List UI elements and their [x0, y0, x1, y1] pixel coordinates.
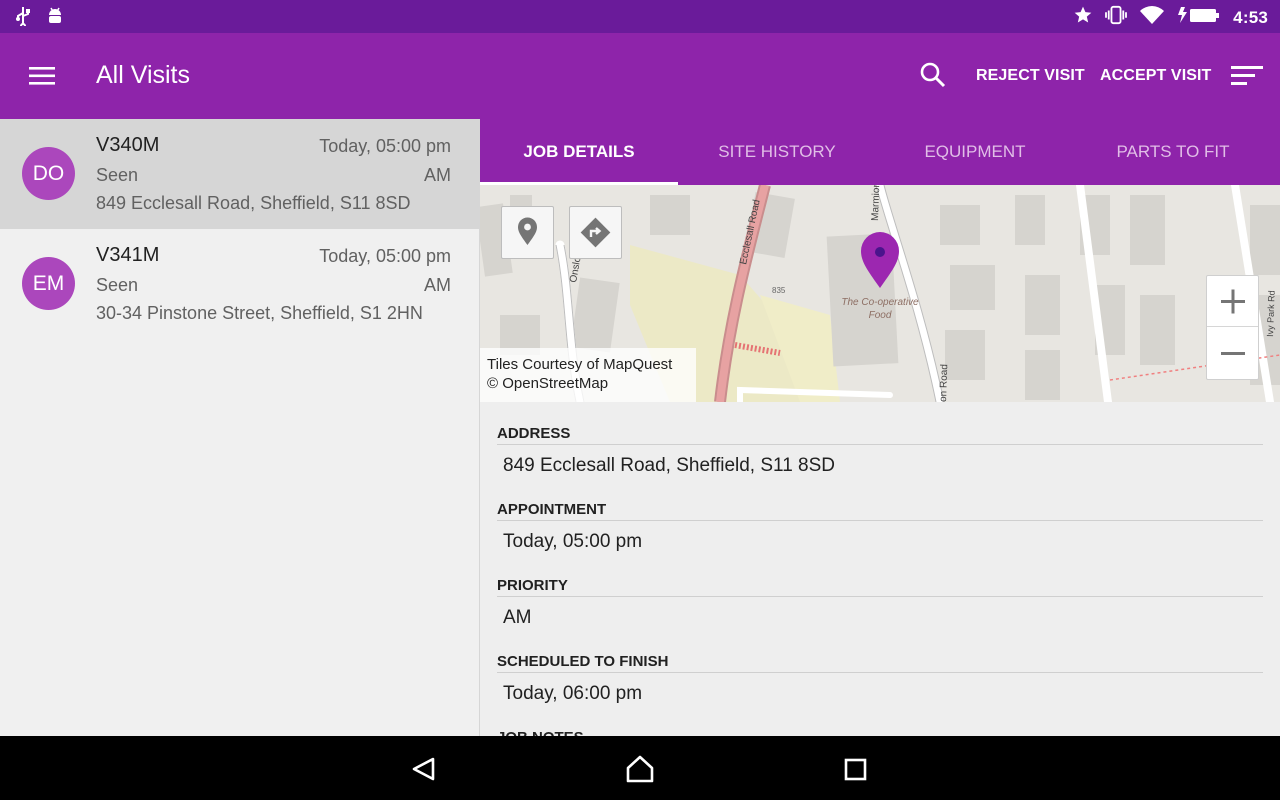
tab-site-history[interactable]: SITE HISTORY — [678, 119, 876, 185]
street-label: on Road — [938, 364, 950, 402]
tab-equipment[interactable]: EQUIPMENT — [876, 119, 1074, 185]
visit-address: 30-34 Pinstone Street, Sheffield, S1 2HN — [96, 303, 423, 323]
visit-priority: AM — [424, 165, 451, 185]
status-right-icons: 4:53 — [1073, 5, 1268, 30]
scheduled-finish-label: SCHEDULED TO FINISH — [497, 651, 1263, 673]
zoom-in-button[interactable] — [1207, 276, 1258, 327]
show-location-button[interactable] — [501, 206, 554, 259]
menu-button[interactable] — [27, 61, 57, 91]
zoom-out-button[interactable] — [1207, 328, 1258, 379]
sort-icon — [1231, 66, 1263, 85]
recents-icon — [844, 758, 867, 781]
back-icon — [412, 757, 435, 781]
usb-icon — [14, 6, 32, 31]
tab-parts-to-fit[interactable]: PARTS TO FIT — [1074, 119, 1272, 185]
star-icon — [1073, 5, 1093, 30]
sort-button[interactable] — [1228, 61, 1264, 91]
status-bar: 4:53 — [0, 0, 1280, 33]
page-title: All Visits — [96, 61, 191, 89]
attribution-line: Tiles Courtesy of MapQuest — [487, 356, 673, 373]
navigation-bar — [0, 736, 1280, 800]
poi-label: The Co-operative — [841, 297, 919, 308]
visit-code: V341M — [96, 244, 160, 266]
wifi-icon — [1139, 5, 1165, 30]
poi-label: Food — [869, 310, 892, 321]
street-label: 835 — [772, 286, 786, 295]
home-icon — [626, 755, 654, 783]
attribution-line: © OpenStreetMap — [487, 375, 609, 392]
app-bar: All Visits REJECT VISIT ACCEPT VISIT — [0, 33, 1280, 119]
vibrate-icon — [1105, 5, 1128, 30]
zoom-controls — [1206, 275, 1259, 380]
directions-icon — [580, 217, 611, 248]
tab-job-details[interactable]: JOB DETAILS — [480, 119, 678, 185]
plus-icon — [1221, 289, 1245, 314]
home-button[interactable] — [625, 754, 655, 784]
visit-list: DO V340M Today, 05:00 pm Seen AM 849 Ecc… — [0, 119, 480, 736]
map-pin-icon — [518, 217, 537, 245]
appointment-value: Today, 05:00 pm — [503, 531, 643, 552]
menu-icon — [29, 67, 55, 85]
accept-visit-button[interactable]: ACCEPT VISIT — [1100, 67, 1211, 85]
battery-charging-icon — [1177, 5, 1221, 30]
address-label: ADDRESS — [497, 423, 1263, 445]
priority-value: AM — [503, 607, 532, 628]
visit-status: Seen — [96, 275, 139, 295]
visit-list-item[interactable]: DO V340M Today, 05:00 pm Seen AM 849 Ecc… — [0, 119, 480, 229]
street-label: Ivy Park Rd — [1265, 290, 1277, 337]
job-notes-label: JOB NOTES — [497, 727, 1263, 736]
address-value: 849 Ecclesall Road, Sheffield, S11 8SD — [503, 455, 835, 476]
directions-button[interactable] — [569, 206, 622, 259]
scheduled-finish-value: Today, 06:00 pm — [503, 683, 643, 704]
minus-icon — [1221, 352, 1245, 355]
recents-button[interactable] — [841, 754, 871, 784]
avatar: EM — [22, 257, 75, 310]
search-button[interactable] — [918, 60, 948, 90]
priority-label: PRIORITY — [497, 575, 1263, 597]
job-details-fields: ADDRESS 849 Ecclesall Road, Sheffield, S… — [497, 423, 1263, 736]
detail-tabs: JOB DETAILS SITE HISTORY EQUIPMENT PARTS… — [480, 119, 1280, 185]
status-time: 4:53 — [1233, 7, 1268, 27]
visit-priority: AM — [424, 275, 451, 295]
back-button[interactable] — [409, 754, 439, 784]
visit-time: Today, 05:00 pm — [319, 246, 451, 266]
visit-status: Seen — [96, 165, 139, 185]
visit-time: Today, 05:00 pm — [319, 136, 451, 156]
search-icon — [920, 62, 946, 88]
visit-detail-pane: JOB DETAILS SITE HISTORY EQUIPMENT PARTS… — [480, 119, 1280, 736]
reject-visit-button[interactable]: REJECT VISIT — [976, 67, 1085, 85]
status-left-icons — [14, 6, 64, 31]
visit-address: 849 Ecclesall Road, Sheffield, S11 8SD — [96, 193, 411, 213]
avatar: DO — [22, 147, 75, 200]
visit-code: V340M — [96, 134, 160, 156]
map-view[interactable]: Ecclesall Road Onslow Rd Marmion on Road… — [480, 185, 1280, 402]
visit-list-item[interactable]: EM V341M Today, 05:00 pm Seen AM 30-34 P… — [0, 229, 480, 339]
android-icon — [46, 6, 64, 31]
appointment-label: APPOINTMENT — [497, 499, 1263, 521]
map-attribution: Tiles Courtesy of MapQuest © OpenStreetM… — [480, 348, 696, 402]
street-label: Marmion — [870, 185, 882, 221]
